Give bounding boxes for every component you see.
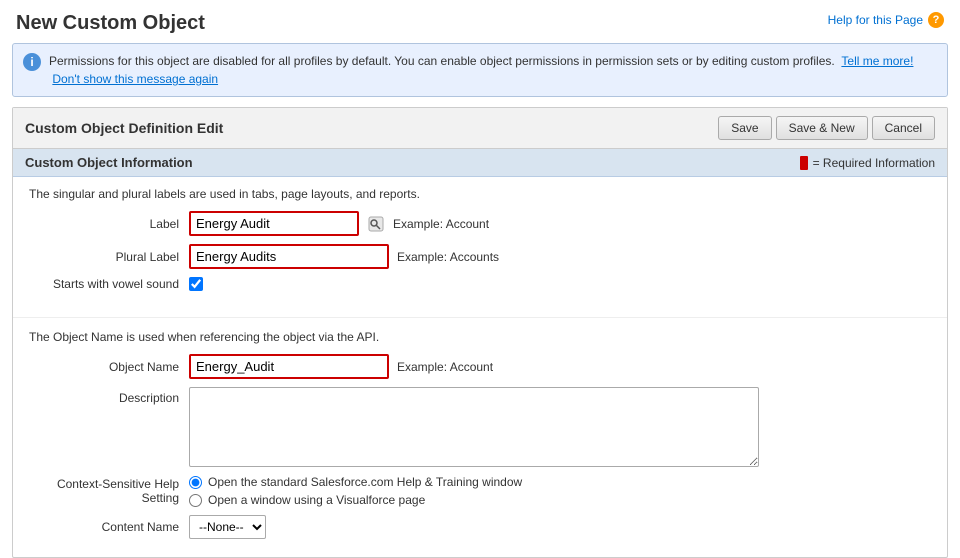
plural-label-row: Plural Label Example: Accounts: [29, 244, 931, 269]
co-info-header: Custom Object Information = Required Inf…: [13, 149, 947, 177]
info-icon: i: [23, 53, 41, 71]
help-option1-label: Open the standard Salesforce.com Help & …: [208, 475, 522, 489]
help-link-text: Help for this Page: [828, 13, 923, 27]
vowel-label: Starts with vowel sound: [29, 277, 189, 291]
label-field-label: Label: [29, 217, 189, 231]
dont-show-link[interactable]: Don't show this message again: [52, 72, 218, 86]
help-link[interactable]: Help for this Page ?: [828, 12, 944, 28]
description-textarea[interactable]: [189, 387, 759, 467]
object-name-input[interactable]: [189, 354, 389, 379]
save-new-button[interactable]: Save & New: [776, 116, 868, 140]
form-section-labels: The singular and plural labels are used …: [13, 177, 947, 309]
plural-label-control-wrapper: Example: Accounts: [189, 244, 499, 269]
main-content: Custom Object Definition Edit Save Save …: [12, 107, 948, 558]
section-header-title: Custom Object Definition Edit: [25, 120, 223, 136]
content-name-control-wrapper: --None--: [189, 515, 266, 539]
content-name-select[interactable]: --None--: [189, 515, 266, 539]
form-section-api: The Object Name is used when referencing…: [13, 326, 947, 557]
help-option2-row: Open a window using a Visualforce page: [189, 493, 522, 507]
banner-text: Permissions for this object are disabled…: [49, 52, 937, 88]
help-icon: ?: [928, 12, 944, 28]
label-example: Example: Account: [393, 217, 489, 231]
section-header-bar: Custom Object Definition Edit Save Save …: [13, 108, 947, 149]
content-name-row: Content Name --None--: [29, 515, 931, 539]
page-title: New Custom Object: [16, 12, 205, 35]
api-note: The Object Name is used when referencing…: [29, 330, 931, 344]
vowel-control-wrapper: [189, 277, 203, 291]
plural-label-example: Example: Accounts: [397, 250, 499, 264]
section-divider: [13, 317, 947, 318]
label-input[interactable]: [189, 211, 359, 236]
description-row: Description: [29, 387, 931, 467]
description-control-wrapper: [189, 387, 759, 467]
co-info-section: Custom Object Information = Required Inf…: [13, 149, 947, 557]
required-indicator: [800, 156, 808, 170]
button-group: Save Save & New Cancel: [718, 116, 935, 140]
vowel-row: Starts with vowel sound: [29, 277, 931, 291]
lookup-icon[interactable]: [367, 215, 385, 233]
content-name-label: Content Name: [29, 520, 189, 534]
help-option1-radio[interactable]: [189, 476, 202, 489]
help-option2-label: Open a window using a Visualforce page: [208, 493, 425, 507]
labels-note: The singular and plural labels are used …: [29, 187, 931, 201]
co-info-header-title: Custom Object Information: [25, 155, 193, 170]
object-name-example: Example: Account: [397, 360, 493, 374]
required-info: = Required Information: [800, 156, 935, 170]
tell-me-more-link[interactable]: Tell me more!: [841, 54, 913, 68]
help-option1-row: Open the standard Salesforce.com Help & …: [189, 475, 522, 489]
label-row: Label Example: Account: [29, 211, 931, 236]
description-label: Description: [29, 387, 189, 405]
help-setting-row: Context-Sensitive Help Setting Open the …: [29, 475, 931, 507]
help-option2-radio[interactable]: [189, 494, 202, 507]
banner-message: Permissions for this object are disabled…: [49, 54, 835, 68]
page-header: New Custom Object Help for this Page ?: [0, 0, 960, 43]
object-name-control-wrapper: Example: Account: [189, 354, 493, 379]
help-setting-control-wrapper: Open the standard Salesforce.com Help & …: [189, 475, 522, 507]
label-control-wrapper: Example: Account: [189, 211, 489, 236]
cancel-button[interactable]: Cancel: [872, 116, 935, 140]
help-setting-label: Context-Sensitive Help Setting: [29, 477, 189, 505]
save-button[interactable]: Save: [718, 116, 771, 140]
page-wrapper: New Custom Object Help for this Page ? i…: [0, 0, 960, 558]
object-name-row: Object Name Example: Account: [29, 354, 931, 379]
help-setting-radio-group: Open the standard Salesforce.com Help & …: [189, 475, 522, 507]
required-label: = Required Information: [813, 156, 935, 170]
info-banner: i Permissions for this object are disabl…: [12, 43, 948, 97]
vowel-checkbox[interactable]: [189, 277, 203, 291]
plural-label-field-label: Plural Label: [29, 250, 189, 264]
object-name-label: Object Name: [29, 360, 189, 374]
plural-label-input[interactable]: [189, 244, 389, 269]
